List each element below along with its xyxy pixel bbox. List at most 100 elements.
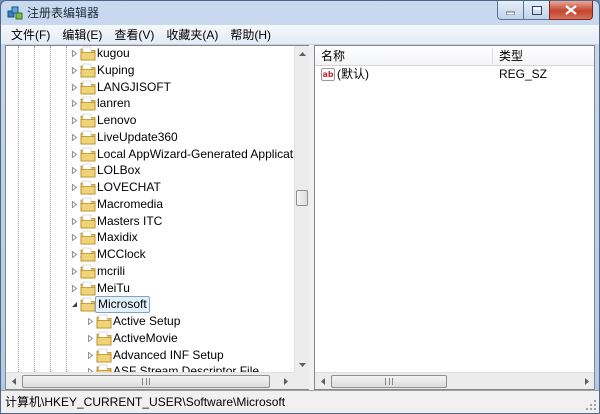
registry-editor-window: 注册表编辑器 文件(F) 编辑(E) 查看(V) 收藏夹(A) 帮助(H) ku…: [0, 0, 600, 414]
tree-node-label: LiveUpdate360: [97, 129, 178, 144]
collapsed-triangle-icon[interactable]: [70, 83, 79, 92]
tree-node[interactable]: Masters ITC: [6, 213, 294, 230]
column-type-header[interactable]: 类型: [493, 46, 593, 66]
maximize-button[interactable]: [523, 1, 549, 20]
tree-node[interactable]: MeiTu: [6, 280, 294, 297]
registry-key-tree[interactable]: kugou Kuping LANGJISOFT lanren Lenovo LiveUpd…: [6, 46, 294, 372]
tree-node[interactable]: Maxidix: [6, 229, 294, 246]
collapsed-triangle-icon[interactable]: [86, 317, 95, 326]
folder-icon: [80, 214, 96, 228]
tree-node-label: MeiTu: [97, 280, 130, 295]
status-bar: 计算机\HKEY_CURRENT_USER\Software\Microsoft: [1, 390, 599, 413]
scroll-left-button[interactable]: [6, 374, 21, 389]
tree-node[interactable]: mcrili: [6, 263, 294, 280]
collapsed-triangle-icon[interactable]: [70, 133, 79, 142]
column-name-header[interactable]: 名称: [315, 46, 493, 66]
menu-file[interactable]: 文件(F): [5, 26, 56, 44]
tree-node[interactable]: Local AppWizard-Generated Applications: [6, 146, 294, 163]
folder-icon: [80, 163, 96, 178]
tree-node[interactable]: LOLBox: [6, 162, 294, 179]
tree-node-label: Advanced INF Setup: [113, 347, 224, 362]
menu-favorites[interactable]: 收藏夹(A): [160, 26, 224, 44]
scroll-right-button[interactable]: [278, 374, 293, 389]
list-horizontal-scroll-thumb[interactable]: [331, 375, 447, 388]
arrow-left-icon: [11, 378, 16, 385]
collapsed-triangle-icon[interactable]: [86, 334, 95, 343]
list-scroll-right-button[interactable]: [579, 374, 594, 389]
collapsed-triangle-icon[interactable]: [70, 200, 79, 209]
horizontal-scroll-thumb[interactable]: [22, 375, 270, 388]
list-scroll-left-button[interactable]: [315, 374, 330, 389]
folder-icon: [80, 264, 96, 279]
tree-node-label: Maxidix: [97, 230, 138, 245]
folder-icon: [80, 63, 96, 78]
vertical-scroll-thumb[interactable]: [296, 190, 308, 206]
collapsed-triangle-icon[interactable]: [70, 183, 79, 192]
close-button[interactable]: [549, 1, 593, 20]
title-bar[interactable]: 注册表编辑器: [1, 1, 599, 25]
tree-node[interactable]: MCClock: [6, 246, 294, 263]
folder-icon: [80, 46, 96, 61]
scroll-up-button[interactable]: [295, 46, 310, 61]
collapsed-triangle-icon[interactable]: [70, 166, 79, 175]
tree-node-label: Active Setup: [113, 314, 181, 328]
expanded-triangle-icon[interactable]: [70, 300, 79, 309]
collapsed-triangle-icon[interactable]: [86, 351, 95, 360]
tree-node[interactable]: ASF Stream Descriptor File: [6, 363, 294, 372]
collapsed-triangle-icon[interactable]: [70, 284, 79, 293]
arrow-down-icon: [299, 362, 306, 367]
collapsed-triangle-icon[interactable]: [70, 250, 79, 259]
collapsed-triangle-icon[interactable]: [70, 267, 79, 276]
tree-node-label: Local AppWizard-Generated Applications: [97, 146, 294, 161]
tree-node[interactable]: Lenovo: [6, 112, 294, 129]
list-horizontal-scrollbar[interactable]: [315, 372, 594, 389]
menu-edit[interactable]: 编辑(E): [56, 26, 108, 44]
tree-node[interactable]: Advanced INF Setup: [6, 347, 294, 364]
list-item[interactable]: ab (默认) REG_SZ: [315, 66, 594, 83]
tree-node[interactable]: LiveUpdate360: [6, 129, 294, 146]
folder-icon: [80, 281, 96, 295]
folder-icon: [96, 331, 112, 346]
status-key-path: 计算机\HKEY_CURRENT_USER\Software\Microsoft: [5, 395, 286, 409]
tree-node-label: Kuping: [97, 62, 135, 77]
collapsed-triangle-icon[interactable]: [70, 66, 79, 75]
collapsed-triangle-icon[interactable]: [70, 233, 79, 242]
resize-grip-icon[interactable]: [585, 399, 597, 411]
caption-buttons: [497, 1, 593, 20]
tree-vertical-scrollbar[interactable]: [294, 46, 309, 372]
tree-node[interactable]: Microsoft: [6, 296, 294, 314]
key-tree-pane: kugou Kuping LANGJISOFT lanren Lenovo LiveUpd…: [5, 45, 309, 390]
tree-node[interactable]: Macromedia: [6, 196, 294, 213]
client-area: kugou Kuping LANGJISOFT lanren Lenovo LiveUpd…: [5, 45, 595, 390]
collapsed-triangle-icon[interactable]: [70, 116, 79, 125]
tree-node[interactable]: kugou: [6, 46, 294, 62]
collapsed-triangle-icon[interactable]: [70, 217, 79, 226]
tree-node-label: Microsoft: [95, 296, 150, 314]
close-icon: [565, 5, 577, 15]
collapsed-triangle-icon[interactable]: [70, 49, 79, 58]
tree-node[interactable]: Kuping: [6, 62, 294, 79]
collapsed-triangle-icon[interactable]: [70, 150, 79, 159]
tree-node[interactable]: Active Setup: [6, 313, 294, 330]
value-list-pane[interactable]: 名称 类型 ab (默认) REG_SZ: [314, 45, 595, 390]
tree-node[interactable]: ActiveMovie: [6, 330, 294, 347]
tree-node-label: Macromedia: [97, 196, 164, 211]
tree-horizontal-scrollbar[interactable]: [6, 372, 294, 389]
tree-node-label: mcrili: [97, 263, 125, 278]
tree-node-label: LOVECHAT: [97, 180, 161, 194]
folder-icon: [96, 348, 112, 362]
tree-node-label: ActiveMovie: [113, 330, 178, 345]
tree-node-label: LANGJISOFT: [97, 79, 172, 94]
menu-help[interactable]: 帮助(H): [224, 26, 277, 44]
arrow-right-icon: [283, 378, 288, 385]
minimize-button[interactable]: [497, 1, 523, 20]
menu-view[interactable]: 查看(V): [108, 26, 160, 44]
tree-node[interactable]: lanren: [6, 95, 294, 112]
folder-icon: [80, 113, 96, 128]
collapsed-triangle-icon[interactable]: [70, 99, 79, 108]
scroll-down-button[interactable]: [295, 357, 310, 372]
arrow-up-icon: [299, 51, 306, 56]
tree-node[interactable]: LOVECHAT: [6, 179, 294, 196]
tree-node[interactable]: LANGJISOFT: [6, 79, 294, 96]
folder-icon: [80, 247, 96, 262]
